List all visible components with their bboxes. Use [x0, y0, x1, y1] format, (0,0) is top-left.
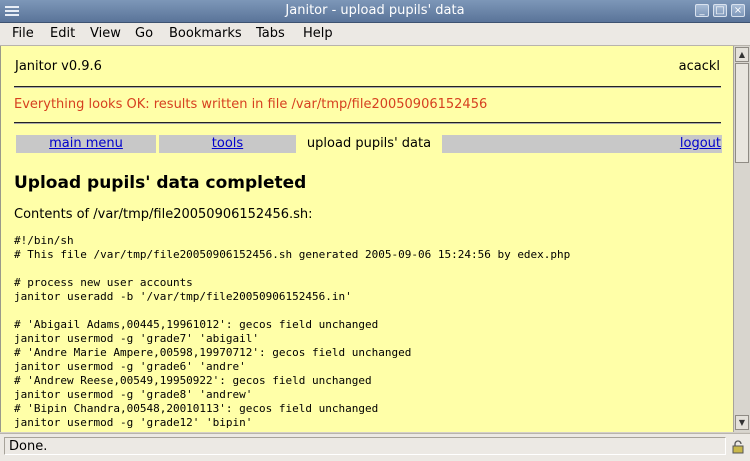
nav-current-page: upload pupils' data: [299, 135, 439, 153]
menu-view[interactable]: View: [90, 26, 121, 41]
script-line: #!/bin/sh: [14, 234, 74, 247]
nav-bar: main menu tools upload pupils' data logo…: [16, 135, 722, 153]
script-line: janitor usermod -g 'grade8' 'andrew': [14, 388, 253, 401]
divider-top: [14, 86, 721, 88]
user-name: acackl: [678, 59, 720, 74]
scroll-down-icon[interactable]: ▼: [735, 415, 749, 430]
script-line: # 'Bipin Chandra,00548,20010113': gecos …: [14, 402, 379, 415]
status-text: Done.: [9, 439, 48, 454]
menu-edit[interactable]: Edit: [50, 26, 75, 41]
menu-bar: File Edit View Go Bookmarks Tabs Help: [0, 23, 750, 46]
minimize-icon[interactable]: _: [695, 4, 709, 17]
menu-tabs[interactable]: Tabs: [256, 26, 285, 41]
scrollbar-thumb[interactable]: [735, 63, 749, 163]
nav-main-menu-link[interactable]: main menu: [49, 136, 123, 151]
script-line: # 'Andre Marie Ampere,00598,19970712': g…: [14, 346, 412, 359]
divider-bottom: [14, 122, 721, 124]
script-line: [14, 262, 570, 276]
window-titlebar: Janitor - upload pupils' data _ □ ×: [0, 0, 750, 23]
script-line: janitor usermod -g 'grade6' 'andre': [14, 360, 246, 373]
lock-icon[interactable]: [731, 440, 745, 454]
menu-file[interactable]: File: [12, 26, 34, 41]
contents-label: Contents of /var/tmp/file20050906152456.…: [14, 207, 313, 222]
maximize-icon[interactable]: □: [713, 4, 727, 17]
menu-go[interactable]: Go: [135, 26, 153, 41]
page-heading: Upload pupils' data completed: [14, 173, 307, 193]
script-line: # process new user accounts: [14, 276, 193, 289]
menu-bookmarks[interactable]: Bookmarks: [169, 26, 242, 41]
status-panel: Done.: [4, 437, 726, 455]
status-bar: Done.: [0, 433, 750, 461]
script-contents: #!/bin/sh # This file /var/tmp/file200509…: [14, 234, 570, 430]
nav-tools-link[interactable]: tools: [212, 136, 243, 151]
menu-help[interactable]: Help: [303, 26, 333, 41]
vertical-scrollbar[interactable]: ▲ ▼: [733, 46, 750, 432]
script-line: janitor useradd -b '/var/tmp/file2005090…: [14, 290, 352, 303]
close-icon[interactable]: ×: [731, 4, 745, 17]
script-line: # 'Abigail Adams,00445,19961012': gecos …: [14, 318, 379, 331]
page-content: Janitor v0.9.6 acackl Everything looks O…: [0, 46, 733, 432]
logout-link[interactable]: logout: [680, 136, 721, 151]
nav-tools: tools: [159, 135, 296, 153]
scroll-up-icon[interactable]: ▲: [735, 47, 749, 62]
nav-logout: logout: [442, 135, 722, 153]
script-line: # 'Andrew Reese,00549,19950922': gecos f…: [14, 374, 372, 387]
status-message: Everything looks OK: results written in …: [14, 97, 488, 112]
app-version: Janitor v0.9.6: [15, 59, 102, 74]
script-line: janitor usermod -g 'grade12' 'bipin': [14, 416, 253, 429]
script-line: # This file /var/tmp/file20050906152456.…: [14, 248, 571, 261]
script-line: [14, 304, 570, 318]
nav-main-menu: main menu: [16, 135, 156, 153]
script-line: janitor usermod -g 'grade7' 'abigail': [14, 332, 260, 345]
window-title: Janitor - upload pupils' data: [285, 3, 465, 18]
